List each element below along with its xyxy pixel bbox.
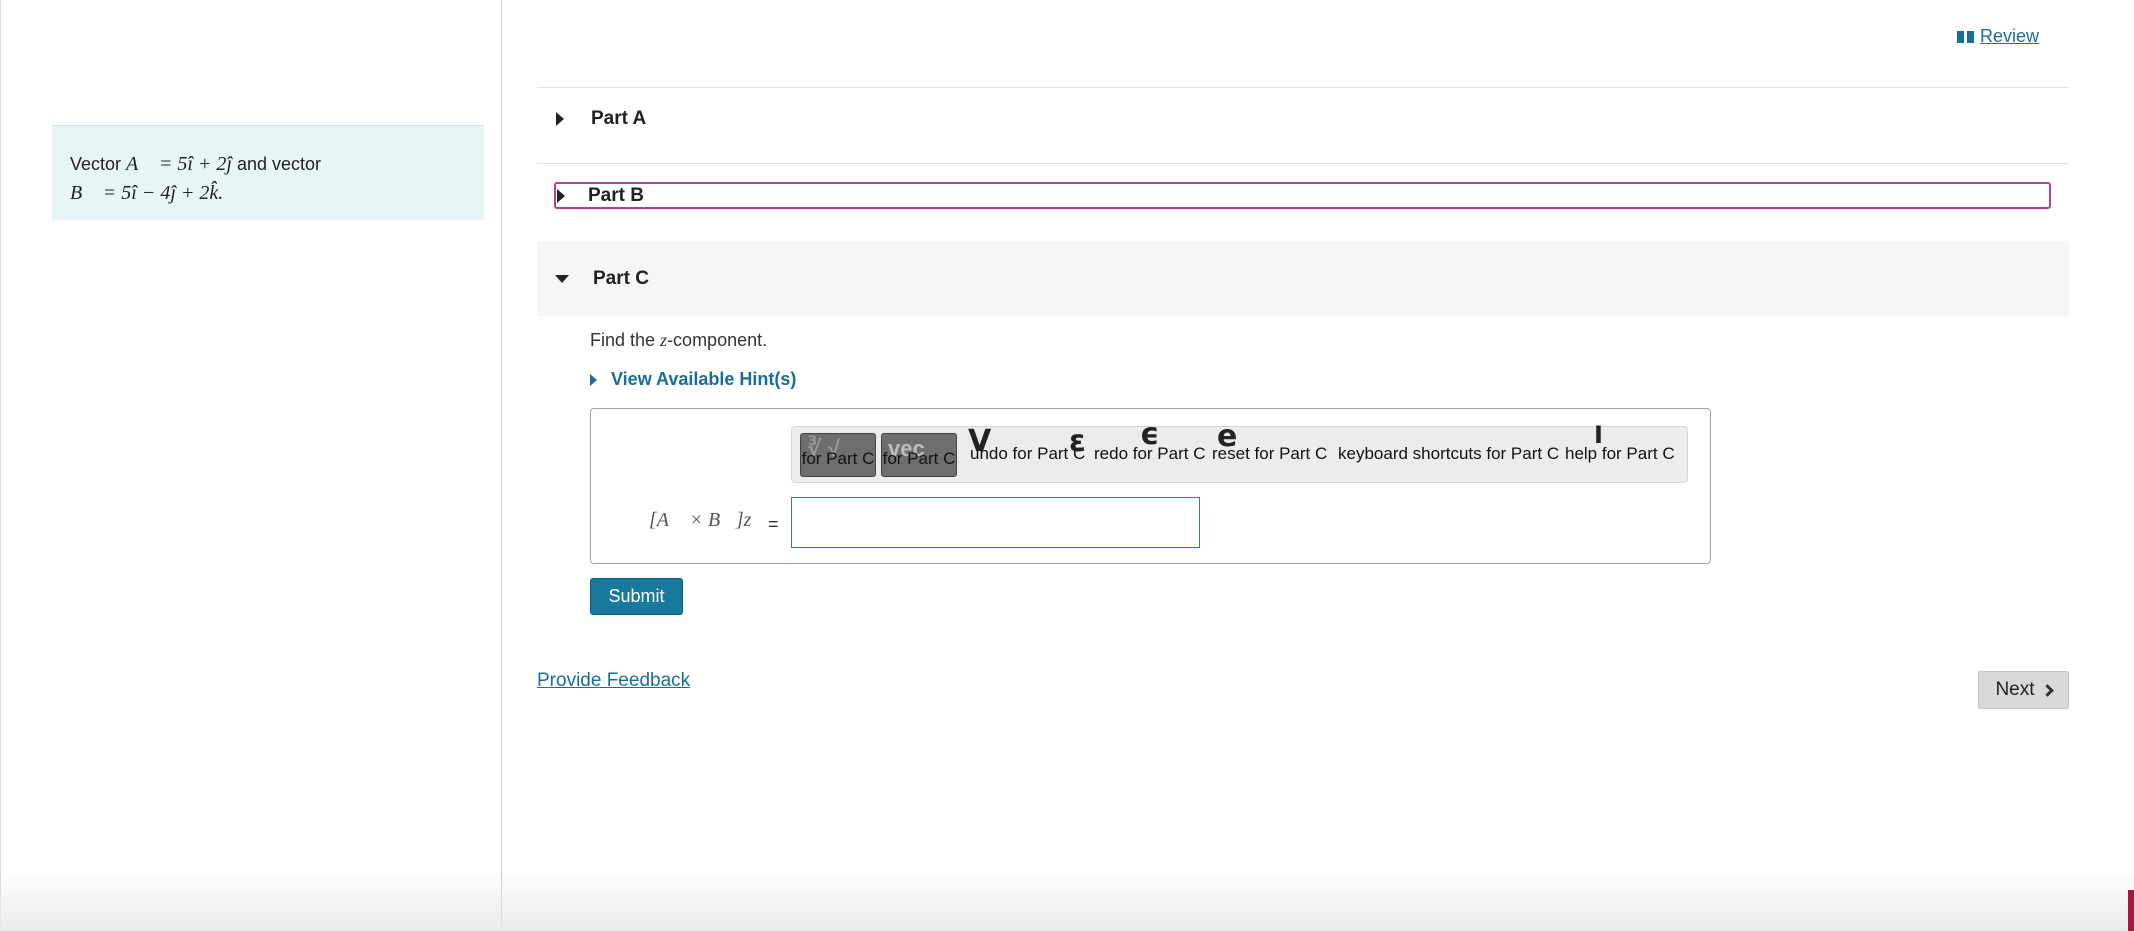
problem-text-prefix: Vector [70, 154, 122, 174]
answer-box: ∛ √ for Part C vec for Part C V undo for… [590, 408, 1711, 564]
answer-input[interactable] [791, 497, 1200, 548]
review-label: Review [1980, 26, 2040, 46]
problem-statement: Vector A⃗ = 5î + 2ĵ and vector B⃗ = 5î −… [52, 125, 484, 220]
keyboard-shortcuts-button[interactable]: keyboard shortcuts for Part C [1338, 444, 1559, 464]
help-button[interactable]: help for Part C [1565, 444, 1675, 464]
part-c-label: Part C [593, 267, 649, 289]
chevron-right-icon [2040, 683, 2054, 697]
math-toolbar: ∛ √ for Part C vec for Part C V undo for… [791, 417, 1688, 483]
collapse-arrow-icon [555, 274, 569, 283]
part-c-prompt: Find the z-component. [590, 330, 767, 351]
templates-button[interactable]: ∛ √ for Part C [800, 433, 876, 477]
review-link[interactable]: Review [1957, 26, 2039, 47]
next-button[interactable]: Next [1978, 671, 2069, 709]
reset-button[interactable]: reset for Part C [1212, 444, 1327, 464]
provide-feedback-link[interactable]: Provide Feedback [537, 670, 690, 692]
undo-button[interactable]: undo for Part C [970, 444, 1085, 464]
prompt-variable: z [660, 330, 668, 350]
book-icon [1957, 30, 1974, 43]
part-c-toggle[interactable]: Part C [537, 241, 2069, 316]
cross-product-z-label: [A⃗ × B⃗]z [649, 509, 752, 531]
problem-text-mid: and vector [236, 154, 322, 174]
problem-pane: Vector A⃗ = 5î + 2ĵ and vector B⃗ = 5î −… [0, 0, 502, 931]
part-b-label: Part B [588, 184, 644, 206]
divider [537, 87, 2069, 88]
submit-button[interactable]: Submit [590, 578, 683, 615]
vector-b-expression: B⃗ = 5î − 4ĵ + 2k̂. [70, 182, 224, 204]
expand-arrow-icon [557, 188, 565, 203]
reset-icon: ϵ [1140, 417, 1160, 452]
redo-icon: ε [1069, 424, 1086, 459]
part-a-toggle[interactable]: Part A [537, 105, 2069, 133]
vector-button[interactable]: vec for Part C [881, 433, 957, 477]
divider [537, 163, 2069, 164]
vector-a-expression: A⃗ = 5î + 2ĵ [126, 153, 232, 175]
prompt-text: Find the [590, 330, 661, 350]
expand-arrow-icon [556, 112, 564, 126]
vector-label: for Part C [882, 449, 956, 468]
expand-arrow-icon [590, 373, 597, 386]
view-hints-link[interactable]: View Available Hint(s) [590, 369, 796, 390]
part-b-toggle[interactable]: Part B [554, 182, 2051, 209]
part-a-label: Part A [591, 108, 647, 129]
next-label: Next [1995, 679, 2035, 700]
hint-label: View Available Hint(s) [611, 369, 797, 389]
prompt-text: -component. [667, 330, 768, 350]
corner-accent [2128, 890, 2134, 931]
templates-label: for Part C [801, 449, 875, 468]
equals-sign: = [768, 514, 779, 534]
